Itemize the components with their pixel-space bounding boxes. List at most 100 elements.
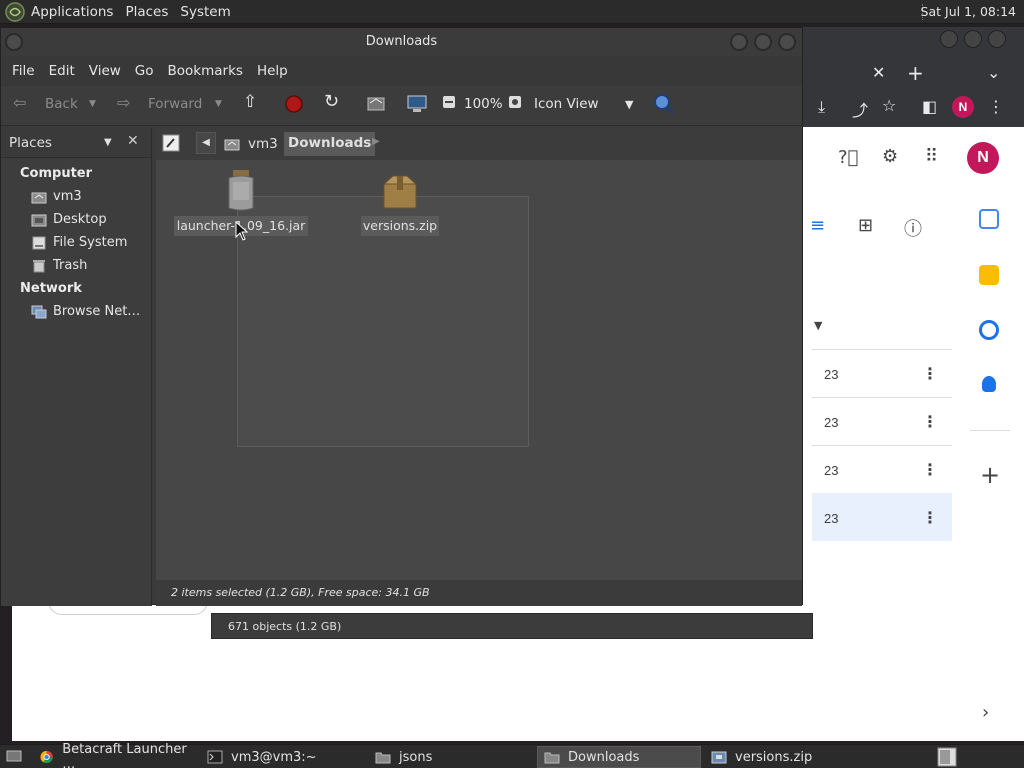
task-label: vm3@vm3:~ [231,749,317,765]
expand-panel-icon[interactable]: › [982,702,989,723]
window-menu-button[interactable] [5,33,23,51]
task-betacraft[interactable]: Betacraft Launcher … [33,742,197,768]
view-mode-select[interactable]: Icon View [534,96,599,112]
back-arrow-icon[interactable]: ⇦ [13,93,26,112]
bookmark-star-icon[interactable]: ☆ [882,96,896,115]
sidebar-header: Places ▼ ✕ [1,128,151,158]
back-button[interactable]: Back [45,96,78,112]
path-crumb-vm3[interactable]: vm3 [224,132,278,156]
tasks-app-icon[interactable] [979,320,999,340]
minimize-button[interactable] [730,33,748,51]
download-icon[interactable]: ⤓ [818,97,825,117]
system-menu[interactable]: System [180,4,238,20]
sidebar-item-file-system[interactable]: File System [31,235,127,250]
home-folder-icon [224,139,240,151]
close-button[interactable] [778,33,796,51]
list-item-date[interactable]: 23 [824,415,838,430]
filter-icon[interactable]: ≡ [810,215,825,236]
row-more-icon[interactable]: ⋮ [922,412,938,431]
file-item[interactable]: versions.zip [361,168,439,240]
workspace-switcher-icon[interactable] [937,747,957,768]
up-arrow-icon[interactable]: ⇧ [243,92,257,112]
path-scroll-right-icon[interactable]: ▶ [372,136,380,147]
places-menu[interactable]: Places [125,4,176,20]
computer-icon[interactable] [406,94,428,118]
sidebar-item-desktop[interactable]: Desktop [31,212,107,227]
edit-location-icon[interactable] [162,134,180,156]
reload-icon[interactable]: ↻ [324,91,339,112]
menu-help[interactable]: Help [250,63,295,79]
row-more-icon[interactable]: ⋮ [922,364,938,383]
window-titlebar[interactable]: Downloads [1,28,802,56]
menu-bookmarks[interactable]: Bookmarks [161,63,250,79]
menu-view[interactable]: View [82,63,128,79]
forward-arrow-icon[interactable]: ⇨ [117,93,130,112]
sidebar-item-label: File System [53,235,128,250]
maximize-button[interactable] [754,33,772,51]
help-icon[interactable]: ?⃝ [838,147,858,168]
task-jsons[interactable]: jsons [369,746,533,768]
sidebar-item-browse-network[interactable]: Browse Net… [31,304,140,319]
zoom-level[interactable]: 100% [464,96,503,112]
browser-minimize-button[interactable] [940,30,958,48]
file-icon-view[interactable]: launcher-1.09_16.jar versions.zip [156,160,802,580]
forward-history-icon[interactable]: ▼ [215,99,222,109]
list-item-date[interactable]: 23 [824,511,838,526]
menu-file[interactable]: File [5,63,42,79]
task-label: Downloads [568,749,640,765]
browser-maximize-button[interactable] [964,30,982,48]
add-app-icon[interactable]: + [980,461,1000,489]
profile-avatar[interactable]: N [967,142,999,174]
apps-grid-icon[interactable]: ⠿ [925,146,938,167]
profile-avatar-small[interactable]: N [952,96,974,118]
back-history-icon[interactable]: ▼ [89,99,96,109]
task-versions-zip[interactable]: versions.zip [705,746,869,768]
task-terminal[interactable]: vm3@vm3:~ [201,746,365,768]
calendar-app-icon[interactable] [979,209,999,229]
tab-close-icon[interactable]: ✕ [872,63,885,82]
zoom-in-icon[interactable] [508,95,522,113]
sidebar-type-select[interactable]: Places [9,135,52,151]
info-icon[interactable]: ⓘ [904,215,922,241]
sidebar-close-icon[interactable]: ✕ [127,133,139,149]
applications-menu[interactable]: Applications [31,4,121,20]
browser-close-button[interactable] [988,30,1006,48]
list-item-date[interactable]: 23 [824,367,838,382]
path-scroll-left-icon[interactable]: ◀ [196,132,216,154]
clock[interactable]: Sat Jul 1, 08:14 [921,4,1016,19]
statusbar: 2 items selected (1.2 GB), Free space: 3… [156,580,802,606]
sidebar-item-vm3[interactable]: vm3 [31,189,82,204]
menu-edit[interactable]: Edit [42,63,82,79]
sidebar-item-label: Trash [53,258,88,273]
keep-app-icon[interactable] [979,265,999,285]
new-tab-icon[interactable]: + [907,61,924,85]
settings-gear-icon[interactable]: ⚙ [882,146,898,167]
search-icon[interactable] [653,93,675,119]
row-more-icon[interactable]: ⋮ [922,508,938,527]
sidebar-type-dropdown-icon[interactable]: ▼ [104,137,112,148]
sidebar-item-trash[interactable]: Trash [31,258,87,273]
view-mode-dropdown-icon[interactable]: ▼ [625,98,633,111]
path-crumb-downloads[interactable]: Downloads [284,132,376,156]
share-icon[interactable]: ⤴ [852,97,868,121]
sort-down-icon[interactable]: ▼ [814,319,822,332]
drive-icon [31,236,47,250]
zoom-out-icon[interactable] [442,95,456,113]
forward-button[interactable]: Forward [148,96,202,112]
browser-menu-icon[interactable]: ⋮ [988,97,1004,116]
show-desktop-icon[interactable] [6,749,22,767]
grid-view-icon[interactable]: ⊞ [858,215,873,236]
tab-search-icon[interactable]: ⌄ [987,63,1000,82]
row-more-icon[interactable]: ⋮ [922,460,938,479]
home-icon[interactable] [366,94,386,116]
side-panel-icon[interactable]: ◧ [922,97,937,116]
contacts-app-icon[interactable] [982,376,996,392]
task-downloads[interactable]: Downloads [537,746,701,768]
terminal-icon [207,750,223,764]
menu-go[interactable]: Go [128,63,161,79]
distro-logo-icon[interactable] [5,1,25,22]
list-item-date[interactable]: 23 [824,463,838,478]
archive-icon [382,175,418,209]
sidebar-item-label: Desktop [53,212,107,227]
stop-icon[interactable] [284,94,304,118]
